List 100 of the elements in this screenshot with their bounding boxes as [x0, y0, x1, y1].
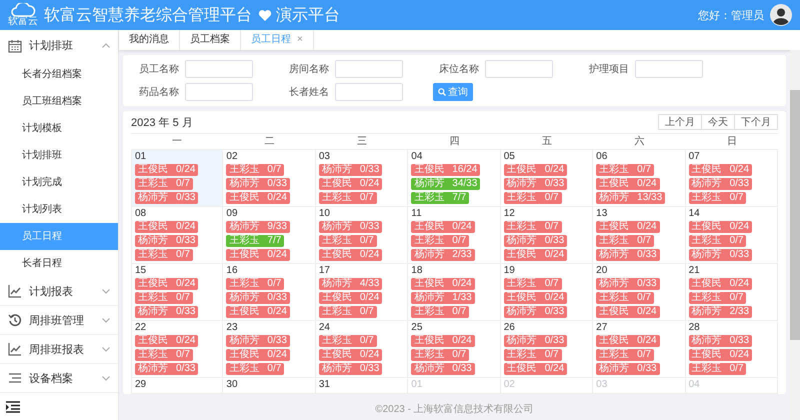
schedule-tag[interactable]: 杨沛芳 0/33: [504, 335, 568, 347]
schedule-tag[interactable]: 王俊民 0/24: [596, 221, 660, 233]
schedule-tag[interactable]: 杨沛芳 0/33: [135, 306, 198, 318]
day-cell[interactable]: 17 杨沛芳 4/33 王俊民 0/24 王彩玉 0/7: [316, 264, 408, 321]
schedule-tag[interactable]: 王彩玉 0/7: [135, 178, 193, 190]
schedule-tag[interactable]: 王彩玉 0/7: [688, 192, 746, 204]
schedule-tag[interactable]: 杨沛芳 4/33: [318, 278, 382, 290]
schedule-tag[interactable]: 王俊民 0/24: [504, 164, 568, 176]
schedule-tag[interactable]: 王俊民 0/24: [596, 306, 660, 318]
sidebar-item[interactable]: 长者日程: [0, 250, 118, 277]
schedule-tag[interactable]: 王彩玉 0/7: [411, 306, 470, 318]
day-cell[interactable]: 18 王俊民 0/24 杨沛芳 1/33 王彩玉 0/7: [408, 264, 501, 321]
sidebar-item[interactable]: 员工班组档案: [0, 88, 118, 115]
schedule-tag[interactable]: 王俊民 0/24: [226, 349, 290, 361]
schedule-tag[interactable]: 王彩玉 0/7: [226, 363, 284, 375]
day-cell[interactable]: 23 杨沛芳 0/33 王俊民 0/24 王彩玉 0/7: [223, 321, 316, 378]
schedule-tag[interactable]: 杨沛芳 0/33: [504, 306, 568, 318]
schedule-tag[interactable]: 王俊民 0/24: [411, 335, 475, 347]
day-cell[interactable]: 10 杨沛芳 0/33 王彩玉 0/7 王俊民 0/24: [316, 207, 408, 264]
schedule-tag[interactable]: 王俊民 0/24: [411, 278, 475, 290]
day-cell[interactable]: 13 王俊民 0/24 王彩玉 0/7 杨沛芳 0/33: [593, 207, 686, 264]
day-cell[interactable]: 29: [131, 378, 224, 394]
schedule-tag[interactable]: 杨沛芳 0/33: [596, 363, 660, 375]
schedule-tag[interactable]: 王彩玉 0/7: [226, 164, 284, 176]
input-field[interactable]: [635, 60, 703, 78]
schedule-tag[interactable]: 王彩玉 0/7: [504, 192, 562, 204]
tab[interactable]: 我的消息: [119, 30, 180, 50]
schedule-tag[interactable]: 杨沛芳 9/33: [226, 221, 290, 233]
sidebar-item[interactable]: 计划完成: [0, 169, 118, 196]
schedule-tag[interactable]: 王彩玉 0/7: [688, 292, 746, 304]
day-cell[interactable]: 03 杨沛芳 0/33 王俊民 0/24 王彩玉 0/7: [316, 150, 408, 207]
schedule-tag[interactable]: 王彩玉 0/7: [411, 235, 470, 247]
sidebar-group[interactable]: 周排班管理: [0, 306, 118, 335]
calendar-nav-button[interactable]: 上个月: [658, 114, 702, 130]
schedule-tag[interactable]: 王俊民 0/24: [135, 164, 198, 176]
schedule-tag[interactable]: 杨沛芳 2/33: [411, 249, 475, 261]
day-cell[interactable]: 02: [500, 378, 594, 394]
schedule-tag[interactable]: 王彩玉 0/7: [688, 235, 746, 247]
schedule-tag[interactable]: 王俊民 0/24: [226, 192, 290, 204]
day-cell[interactable]: 03: [593, 378, 686, 394]
schedule-tag[interactable]: 王彩玉 0/7: [135, 292, 193, 304]
sidebar-item[interactable]: 计划模板: [0, 115, 118, 142]
schedule-tag[interactable]: 杨沛芳 0/33: [226, 335, 290, 347]
schedule-tag[interactable]: 王俊民 0/24: [688, 278, 752, 290]
schedule-tag[interactable]: 王俊民 0/24: [318, 292, 382, 304]
schedule-tag[interactable]: 王彩玉 0/7: [411, 349, 470, 361]
day-cell[interactable]: 21 王俊民 0/24 王彩玉 0/7 杨沛芳 2/33: [686, 264, 778, 321]
input-field[interactable]: [185, 60, 253, 78]
day-cell[interactable]: 04 王俊民 16/24 杨沛芳 34/33 王彩玉 7/7: [408, 150, 501, 207]
day-cell[interactable]: 30: [223, 378, 316, 394]
day-cell[interactable]: 25 王俊民 0/24 王彩玉 0/7 杨沛芳 0/33: [408, 321, 501, 378]
schedule-tag[interactable]: 杨沛芳 2/33: [688, 306, 752, 318]
schedule-tag[interactable]: 王彩玉 7/7: [411, 192, 470, 204]
schedule-tag[interactable]: 王俊民 0/24: [504, 249, 568, 261]
schedule-tag[interactable]: 王彩玉 0/7: [596, 164, 654, 176]
sidebar-item[interactable]: 计划排班: [0, 142, 118, 169]
schedule-tag[interactable]: 王彩玉 0/7: [688, 363, 746, 375]
sidebar-group[interactable]: 设备档案: [0, 364, 118, 392]
schedule-tag[interactable]: 王彩玉 0/7: [226, 278, 284, 290]
calendar-nav-button[interactable]: 今天: [701, 114, 735, 130]
schedule-tag[interactable]: 杨沛芳 0/33: [135, 363, 198, 375]
schedule-tag[interactable]: 王彩玉 0/7: [596, 292, 654, 304]
avatar-icon[interactable]: [770, 4, 792, 26]
input-field[interactable]: [335, 83, 403, 101]
sidebar-item[interactable]: 计划列表: [0, 196, 118, 223]
schedule-tag[interactable]: 杨沛芳 0/33: [504, 235, 568, 247]
day-cell[interactable]: 08 王俊民 0/24 杨沛芳 0/33 王彩玉 0/7: [131, 207, 224, 264]
schedule-tag[interactable]: 王俊民 0/24: [318, 178, 382, 190]
schedule-tag[interactable]: 王俊民 0/24: [135, 335, 198, 347]
schedule-tag[interactable]: 王俊民 0/24: [504, 363, 568, 375]
schedule-tag[interactable]: 王俊民 0/24: [135, 278, 198, 290]
schedule-tag[interactable]: 王俊民 0/24: [318, 249, 382, 261]
schedule-tag[interactable]: 杨沛芳 0/33: [411, 363, 475, 375]
input-field[interactable]: [335, 60, 403, 78]
schedule-tag[interactable]: 杨沛芳 0/33: [318, 221, 382, 233]
day-cell[interactable]: 16 王彩玉 0/7 杨沛芳 0/33 王俊民 0/24: [223, 264, 316, 321]
day-cell[interactable]: 06 王彩玉 0/7 王俊民 0/24 杨沛芳 13/33: [593, 150, 686, 207]
day-cell[interactable]: 04: [686, 378, 778, 394]
sidebar-group[interactable]: 周排班报表: [0, 335, 118, 364]
schedule-tag[interactable]: 杨沛芳 13/33: [596, 192, 666, 204]
schedule-tag[interactable]: 杨沛芳 0/33: [596, 249, 660, 261]
schedule-tag[interactable]: 王彩玉 0/7: [318, 192, 377, 204]
calendar-nav-button[interactable]: 下个月: [734, 114, 778, 130]
schedule-tag[interactable]: 杨沛芳 0/33: [226, 178, 290, 190]
input-field[interactable]: [185, 83, 253, 101]
schedule-tag[interactable]: 杨沛芳 34/33: [411, 178, 480, 190]
day-cell[interactable]: 01: [408, 378, 501, 394]
schedule-tag[interactable]: 王彩玉 0/7: [596, 235, 654, 247]
schedule-tag[interactable]: 杨沛芳 1/33: [411, 292, 475, 304]
day-cell[interactable]: 02 王彩玉 0/7 杨沛芳 0/33 王俊民 0/24: [223, 150, 316, 207]
day-cell[interactable]: 11 王俊民 0/24 王彩玉 0/7 杨沛芳 2/33: [408, 207, 501, 264]
schedule-tag[interactable]: 杨沛芳 0/33: [596, 278, 660, 290]
schedule-tag[interactable]: 王俊民 0/24: [318, 349, 382, 361]
day-cell[interactable]: 20 杨沛芳 0/33 王彩玉 0/7 王俊民 0/24: [593, 264, 686, 321]
day-cell[interactable]: 22 王俊民 0/24 王彩玉 0/7 杨沛芳 0/33: [131, 321, 224, 378]
schedule-tag[interactable]: 王彩玉 0/7: [318, 306, 377, 318]
day-cell[interactable]: 09 杨沛芳 9/33 王彩玉 7/7 王俊民 0/24: [223, 207, 316, 264]
schedule-tag[interactable]: 杨沛芳 0/33: [688, 178, 752, 190]
schedule-tag[interactable]: 王俊民 0/24: [596, 335, 660, 347]
schedule-tag[interactable]: 王彩玉 0/7: [318, 235, 377, 247]
